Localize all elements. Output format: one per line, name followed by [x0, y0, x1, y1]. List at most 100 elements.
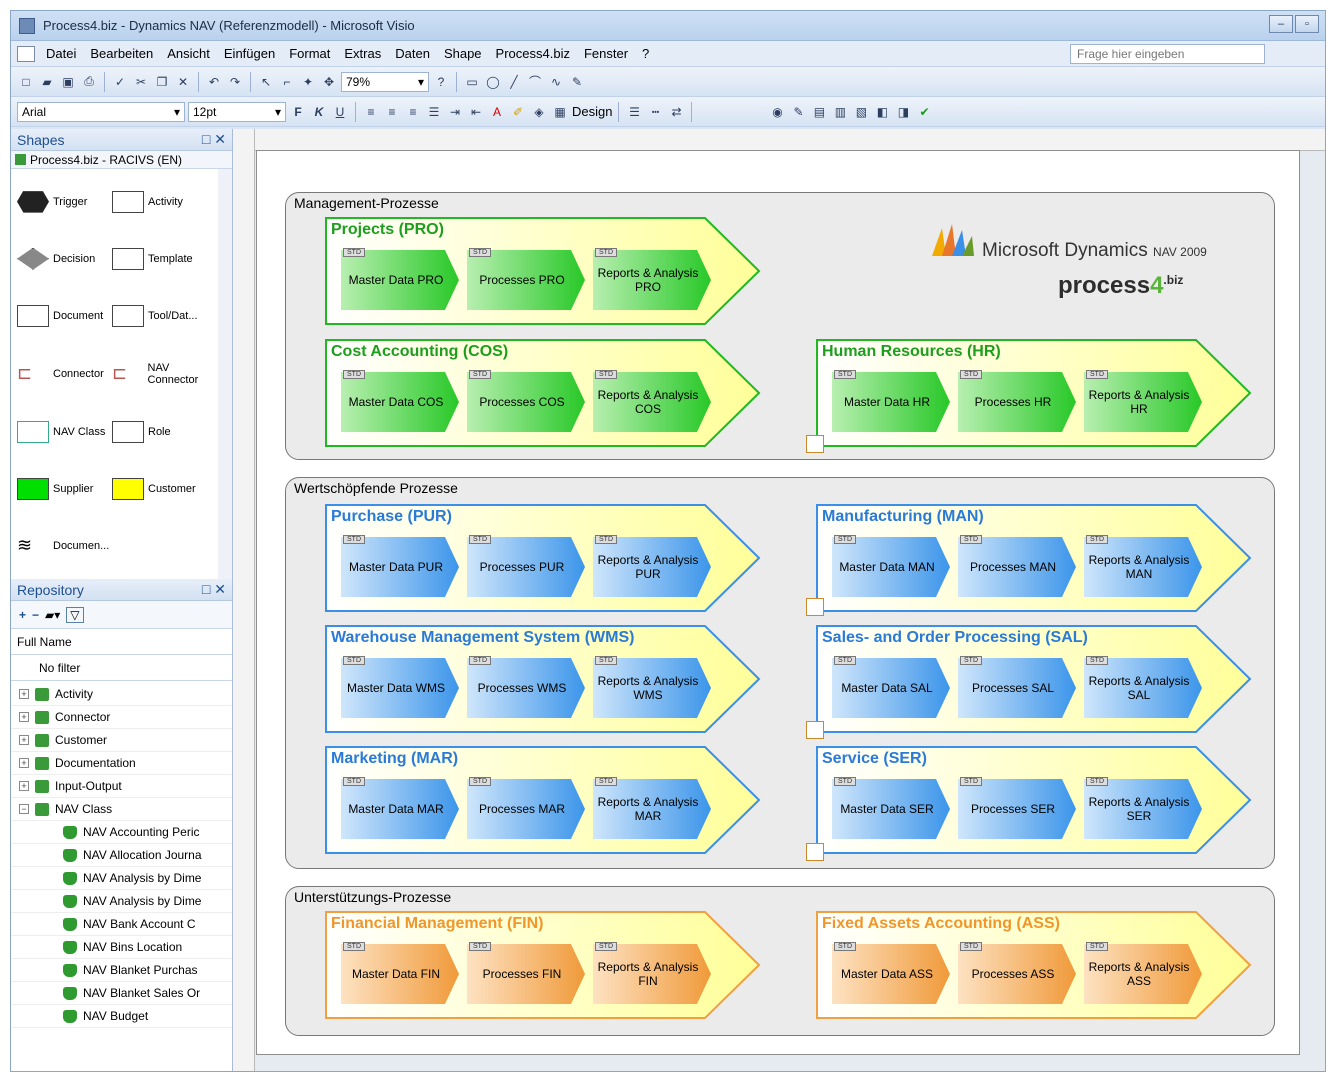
shape-nav-class[interactable]: NAV Class: [17, 410, 112, 455]
new-icon[interactable]: □: [17, 73, 35, 91]
rectangle-tool-icon[interactable]: ▭: [463, 73, 481, 91]
shape-document[interactable]: Document: [17, 293, 112, 338]
tree-item-class[interactable]: NAV Bins Location: [11, 936, 232, 959]
tree-item-activity[interactable]: + Activity: [11, 683, 232, 706]
subprocess-chevron[interactable]: STD Processes WMS: [467, 656, 586, 718]
tree-item-class[interactable]: NAV Blanket Sales Or: [11, 982, 232, 1005]
subprocess-chevron[interactable]: STD Processes MAN: [958, 535, 1077, 597]
shape-activity[interactable]: Activity: [112, 179, 222, 224]
tree-item-class[interactable]: NAV Blanket Purchas: [11, 959, 232, 982]
add-icon[interactable]: +: [19, 608, 26, 622]
delete-icon[interactable]: ✕: [174, 73, 192, 91]
font-size-combo[interactable]: 12pt ▾: [188, 101, 286, 122]
subprocess-chevron[interactable]: STD Processes MAR: [467, 777, 586, 839]
filter-row[interactable]: No filter: [11, 655, 232, 681]
subprocess-chevron[interactable]: STD Processes PUR: [467, 535, 586, 597]
menu-einfuegen[interactable]: Einfügen: [217, 46, 282, 61]
connector-tool-icon[interactable]: ⌐: [278, 73, 296, 91]
shape-nav-connector[interactable]: ⊏ NAV Connector: [112, 350, 222, 397]
line-weight-icon[interactable]: ☰: [625, 103, 643, 121]
process-chevron[interactable]: Fixed Assets Accounting (ASS) STD Master D…: [816, 911, 1252, 1019]
subprocess-chevron[interactable]: STD Master Data WMS: [341, 656, 460, 718]
tree-item-input-output[interactable]: + Input-Output: [11, 775, 232, 798]
subprocess-chevron[interactable]: STD Processes SAL: [958, 656, 1077, 718]
subprocess-chevron[interactable]: STD Reports & Analysis HR: [1084, 370, 1203, 432]
subprocess-chevron[interactable]: STD Processes HR: [958, 370, 1077, 432]
tree-item-class[interactable]: NAV Budget: [11, 1005, 232, 1028]
subprocess-chevron[interactable]: STD Master Data ASS: [832, 942, 951, 1004]
shape-connector[interactable]: ⊏ Connector: [17, 350, 112, 397]
document-icon[interactable]: [17, 45, 35, 62]
check-icon[interactable]: ✔: [915, 103, 933, 121]
process4-tool-icon-7[interactable]: ◨: [894, 103, 912, 121]
subprocess-chevron[interactable]: STD Processes COS: [467, 370, 586, 432]
process4-tool-icon-4[interactable]: ▥: [831, 103, 849, 121]
pencil-tool-icon[interactable]: ✎: [568, 73, 586, 91]
repository-close-icon[interactable]: □ ✕: [202, 581, 226, 598]
subprocess-chevron[interactable]: STD Reports & Analysis FIN: [593, 942, 712, 1004]
shape-role[interactable]: Role: [112, 410, 222, 455]
menu-datei[interactable]: Datei: [39, 46, 83, 61]
print-icon[interactable]: ⎙: [80, 73, 98, 91]
zoom-combo[interactable]: 79% ▾: [341, 71, 429, 92]
subprocess-chevron[interactable]: STD Master Data COS: [341, 370, 460, 432]
design-button[interactable]: Design: [572, 104, 612, 119]
subprocess-chevron[interactable]: STD Master Data PRO: [341, 248, 460, 310]
subprocess-chevron[interactable]: STD Reports & Analysis COS: [593, 370, 712, 432]
menu-extras[interactable]: Extras: [337, 46, 388, 61]
shape-customer[interactable]: Customer: [112, 467, 222, 512]
process-chevron[interactable]: Human Resources (HR) STD Master Data HR STD…: [816, 339, 1252, 447]
redo-icon[interactable]: ↷: [226, 73, 244, 91]
open-icon[interactable]: ▰: [38, 73, 56, 91]
connection-point-icon[interactable]: ✦: [299, 73, 317, 91]
menu-process4biz[interactable]: Process4.biz: [489, 46, 577, 61]
bold-icon[interactable]: F: [289, 103, 307, 121]
process-chevron[interactable]: Warehouse Management System (WMS) STD Mast…: [325, 625, 761, 733]
subprocess-chevron[interactable]: STD Master Data HR: [832, 370, 951, 432]
arc-tool-icon[interactable]: ⌒: [526, 73, 544, 91]
process-chevron[interactable]: Projects (PRO) STD Master Data PRO STD Proce…: [325, 217, 761, 325]
process4-tool-icon-3[interactable]: ▤: [810, 103, 828, 121]
process-chevron[interactable]: Marketing (MAR) STD Master Data MAR STD Proc…: [325, 746, 761, 854]
ask-question-input[interactable]: Frage hier eingeben: [1070, 44, 1265, 64]
shape-decision[interactable]: Decision: [17, 236, 112, 281]
align-right-icon[interactable]: ≡: [404, 103, 422, 121]
shape-supplier[interactable]: Supplier: [17, 467, 112, 512]
font-combo[interactable]: Arial ▾: [17, 101, 185, 122]
underline-icon[interactable]: U: [331, 103, 349, 121]
ellipse-tool-icon[interactable]: ◯: [484, 73, 502, 91]
line-color-icon[interactable]: ✐: [509, 103, 527, 121]
cut-icon[interactable]: ✂: [132, 73, 150, 91]
subprocess-chevron[interactable]: STD Master Data MAR: [341, 777, 460, 839]
subprocess-chevron[interactable]: STD Reports & Analysis PRO: [593, 248, 712, 310]
subprocess-chevron[interactable]: STD Reports & Analysis WMS: [593, 656, 712, 718]
folder-icon[interactable]: ▰▾: [45, 608, 60, 622]
line-tool-icon[interactable]: ╱: [505, 73, 523, 91]
subprocess-chevron[interactable]: STD Reports & Analysis SAL: [1084, 656, 1203, 718]
help-icon[interactable]: ?: [432, 73, 450, 91]
subprocess-chevron[interactable]: STD Master Data MAN: [832, 535, 951, 597]
menu-fenster[interactable]: Fenster: [577, 46, 635, 61]
undo-icon[interactable]: ↶: [205, 73, 223, 91]
bullets-icon[interactable]: ☰: [425, 103, 443, 121]
subprocess-link-icon[interactable]: [806, 721, 824, 739]
subprocess-chevron[interactable]: STD Processes PRO: [467, 248, 586, 310]
subprocess-link-icon[interactable]: [806, 435, 824, 453]
align-left-icon[interactable]: ≡: [362, 103, 380, 121]
pointer-icon[interactable]: ↖: [257, 73, 275, 91]
subprocess-chevron[interactable]: STD Master Data FIN: [341, 942, 460, 1004]
subprocess-chevron[interactable]: STD Processes ASS: [958, 942, 1077, 1004]
subprocess-chevron[interactable]: STD Master Data PUR: [341, 535, 460, 597]
menu-bearbeiten[interactable]: Bearbeiten: [83, 46, 160, 61]
subprocess-chevron[interactable]: STD Reports & Analysis MAR: [593, 777, 712, 839]
shape-documentation[interactable]: ≋ Documen...: [17, 524, 112, 569]
process4-tool-icon-5[interactable]: ▧: [852, 103, 870, 121]
freeform-tool-icon[interactable]: ∿: [547, 73, 565, 91]
subprocess-link-icon[interactable]: [806, 598, 824, 616]
expand-icon[interactable]: +: [19, 781, 29, 791]
subprocess-chevron[interactable]: STD Processes SER: [958, 777, 1077, 839]
maximize-button[interactable]: ▫: [1295, 15, 1319, 33]
remove-icon[interactable]: −: [32, 608, 39, 622]
tree-item-nav-class[interactable]: − NAV Class: [11, 798, 232, 821]
line-pattern-icon[interactable]: ┅: [646, 103, 664, 121]
